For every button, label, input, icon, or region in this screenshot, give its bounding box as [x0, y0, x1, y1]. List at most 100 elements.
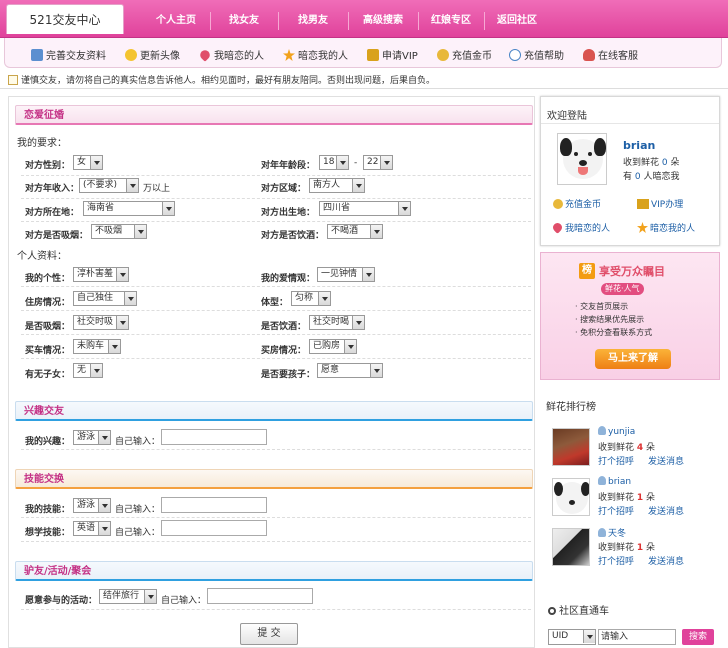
rank-message-link[interactable]: 发送消息 [648, 554, 684, 567]
learn-skill-custom-input[interactable] [161, 520, 267, 536]
sub-online-service[interactable]: 在线客服 [583, 47, 638, 62]
rank-greet-link[interactable]: 打个招呼 [598, 554, 634, 567]
loveview-select[interactable]: 一见钟情 [317, 267, 375, 282]
rank-avatar[interactable] [552, 428, 590, 466]
rank-message-link[interactable]: 发送消息 [648, 504, 684, 517]
link-crushes-on-me[interactable]: 暗恋我的人 [637, 221, 695, 234]
link-vip[interactable]: VIP办理 [637, 197, 683, 210]
search-button[interactable]: 搜索 [682, 629, 714, 645]
flowers-count: 4 [636, 443, 644, 453]
rank-avatar[interactable] [552, 478, 590, 516]
rank-username[interactable]: 天冬 [598, 526, 626, 539]
site-logo[interactable]: 521交友中心 [6, 4, 124, 34]
star-icon [283, 49, 295, 61]
learn-skill-select[interactable]: 英语 [73, 521, 111, 536]
select-value: 匀称 [295, 293, 314, 303]
smoke-select[interactable]: 社交时吸 [73, 315, 129, 330]
row-divider [21, 198, 531, 199]
sub-label: 充值帮助 [524, 51, 564, 62]
sub-label: 完善交友资料 [46, 51, 106, 62]
username-link[interactable]: brian [623, 139, 655, 152]
chevron-down-icon [116, 316, 128, 329]
nav-find-boyfriend[interactable]: 找男友 [282, 0, 344, 38]
kids-select[interactable]: 无 [73, 363, 103, 378]
rank-greet-link[interactable]: 打个招呼 [598, 454, 634, 467]
sub-update-avatar[interactable]: 更新头像 [125, 47, 180, 62]
sub-label: 充值金币 [452, 51, 492, 62]
page-root: 521交友中心 个人主页 找女友 找男友 高级搜索 红娘专区 返回社区 完善交友… [0, 0, 728, 648]
age-range-label: 对年年龄段： [261, 161, 316, 171]
interest-custom-input[interactable] [161, 429, 267, 445]
select-value: 无 [77, 365, 87, 375]
sub-complete-profile[interactable]: 完善交友资料 [31, 47, 106, 62]
community-search-title: 社区直通车 [548, 602, 609, 617]
region-select[interactable]: 南方人 [309, 178, 365, 193]
interest-select[interactable]: 游泳 [73, 430, 111, 445]
age-from-select[interactable]: 18 [319, 155, 349, 170]
nav-matchmaker[interactable]: 红娘专区 [422, 0, 480, 38]
drink-select[interactable]: 社交时喝 [309, 315, 365, 330]
house-select[interactable]: 已购房 [309, 339, 357, 354]
row-divider [21, 449, 531, 450]
my-skill-select[interactable]: 游泳 [73, 498, 111, 513]
car-label: 买车情况： [25, 346, 71, 356]
search-type-select[interactable]: UID [548, 629, 596, 645]
promo-learn-more-button[interactable]: 马上来了解 [595, 349, 671, 369]
housing-select[interactable]: 自己独住 [73, 291, 137, 306]
sub-recharge-gold[interactable]: 充值金币 [437, 47, 492, 62]
rank-username[interactable]: yunjia [598, 426, 635, 437]
promo-banner[interactable]: 榜 享受万众瞩目 鲜花·人气 · 交友首页展示 · 搜索结果优先展示 · 免积分… [540, 252, 720, 380]
nav-advanced-search[interactable]: 高级搜索 [352, 0, 414, 38]
activity-select[interactable]: 结伴旅行 [99, 589, 157, 604]
search-input[interactable]: 请输入 [598, 629, 676, 645]
sub-my-crushes[interactable]: 我暗恋的人 [198, 47, 264, 62]
income-select[interactable]: (不要求) [79, 178, 139, 193]
sidebar: 欢迎登陆 brian 收到鲜花 0 朵 有 0 人暗恋我 充值金币 VIP办理 … [540, 96, 720, 648]
personality-select[interactable]: 淳朴害羞 [73, 267, 129, 282]
sub-crushes-on-me[interactable]: 暗恋我的人 [283, 47, 348, 62]
gender-select[interactable]: 女 [73, 155, 103, 170]
link-my-crushes[interactable]: 我暗恋的人 [551, 221, 611, 234]
chevron-down-icon [398, 202, 410, 215]
select-value: 结伴旅行 [103, 591, 140, 601]
puppy-ear [554, 482, 563, 496]
birthplace-select[interactable]: 四川省 [319, 201, 411, 216]
chevron-down-icon [362, 268, 374, 281]
top-nav: 521交友中心 个人主页 找女友 找男友 高级搜索 红娘专区 返回社区 [0, 0, 728, 38]
flowers-suffix: 朵 [646, 443, 656, 453]
nav-find-girlfriend[interactable]: 找女友 [214, 0, 274, 38]
sub-label: 我暗恋的人 [214, 51, 264, 62]
age-separator: - [354, 158, 358, 168]
chevron-down-icon [90, 364, 102, 377]
rank-avatar[interactable] [552, 528, 590, 566]
row-divider [21, 334, 531, 335]
nav-back-community[interactable]: 返回社区 [488, 0, 546, 38]
smoke-pref-select[interactable]: 不吸烟 [91, 224, 147, 239]
sub-apply-vip[interactable]: 申请VIP [367, 47, 418, 62]
user-avatar[interactable] [557, 133, 607, 185]
link-recharge-gold[interactable]: 充值金币 [553, 197, 601, 210]
car-select[interactable]: 未购车 [73, 339, 121, 354]
submit-button[interactable]: 提 交 [240, 623, 298, 645]
my-skill-custom-input[interactable] [161, 497, 267, 513]
rank-message-link[interactable]: 发送消息 [648, 454, 684, 467]
location-label: 对方所在地： [25, 208, 80, 218]
select-value: 愿意 [321, 365, 340, 375]
rank-flowers: 收到鲜花 4 朵 [598, 440, 655, 453]
nav-home[interactable]: 个人主页 [146, 0, 206, 38]
location-select[interactable]: 海南省 [83, 201, 175, 216]
flowers-count: 0 [661, 158, 668, 168]
body-select[interactable]: 匀称 [291, 291, 331, 306]
sub-recharge-help[interactable]: 充值帮助 [509, 47, 564, 62]
activity-custom-input[interactable] [207, 588, 313, 604]
rank-username[interactable]: brian [598, 476, 631, 487]
wantkids-select[interactable]: 愿意 [317, 363, 383, 378]
link-label: 我暗恋的人 [565, 224, 611, 234]
link-label: VIP办理 [651, 200, 684, 210]
activity-label: 愿意参与的活动： [25, 596, 98, 606]
rank-greet-link[interactable]: 打个招呼 [598, 504, 634, 517]
age-to-select[interactable]: 22 [363, 155, 393, 170]
drink-pref-select[interactable]: 不喝酒 [327, 224, 383, 239]
puppy-tongue [578, 167, 588, 175]
sub-toolbar: 完善交友资料 更新头像 我暗恋的人 暗恋我的人 申请VIP 充值金币 充值帮助 … [4, 38, 722, 68]
